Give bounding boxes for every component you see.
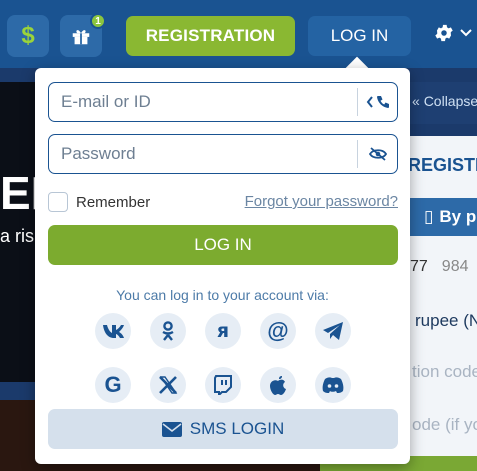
eye-slash-icon: [368, 147, 387, 161]
twitch-icon[interactable]: [205, 367, 241, 403]
top-bar: $ 1 REGISTRATION LOG IN: [0, 0, 477, 68]
apple-icon[interactable]: [260, 367, 296, 403]
social-login-heading: You can log in to your account via:: [116, 287, 329, 303]
phone-icon: [366, 96, 389, 108]
bonus-code-field[interactable]: ode (if you: [412, 415, 477, 435]
login-button-header[interactable]: LOG IN: [308, 16, 411, 56]
vk-icon[interactable]: [95, 313, 131, 349]
envelope-icon: [161, 421, 182, 437]
sms-login-button[interactable]: SMS LOGIN: [48, 409, 398, 449]
show-password-toggle[interactable]: [357, 140, 397, 168]
registration-button[interactable]: REGISTRATION: [126, 16, 295, 56]
promo-code-field[interactable]: tion code: [412, 362, 477, 382]
yandex-icon[interactable]: я: [205, 313, 241, 349]
dollar-icon: $: [21, 22, 35, 49]
currency-select[interactable]: rupee (N: [415, 311, 477, 331]
login-popup: Remember Forgot your password? LOG IN Yo…: [35, 68, 410, 464]
registration-panel-title: REGISTR: [408, 155, 477, 175]
collapse-link[interactable]: « Collapse b: [412, 93, 477, 109]
gift-icon: [72, 30, 90, 45]
password-field-wrapper: [48, 134, 398, 174]
email-field-wrapper: [48, 82, 398, 122]
mailru-icon[interactable]: @: [260, 313, 296, 349]
settings-menu[interactable]: [433, 22, 473, 44]
sms-login-label: SMS LOGIN: [189, 419, 285, 438]
login-submit-button[interactable]: LOG IN: [48, 225, 398, 265]
email-input[interactable]: [49, 83, 357, 121]
x-icon[interactable]: [150, 367, 186, 403]
bonuses-button[interactable]: 1: [60, 13, 106, 57]
phone-login-toggle[interactable]: [357, 88, 397, 116]
registration-panel: [405, 136, 477, 456]
discord-icon[interactable]: [315, 367, 351, 403]
gift-count-badge: 1: [90, 13, 106, 29]
remember-label: Remember: [76, 193, 151, 211]
forgot-password-link[interactable]: Forgot your password?: [245, 193, 398, 210]
google-icon[interactable]: G: [95, 367, 131, 403]
deposit-button[interactable]: $: [7, 15, 49, 57]
odnoklassniki-icon[interactable]: [150, 313, 186, 349]
password-input[interactable]: [49, 135, 357, 173]
by-phone-tab[interactable]: ▯ By p: [410, 198, 477, 236]
double-chevron-icon: «: [412, 93, 420, 109]
chevron-down-icon: [460, 29, 472, 37]
social-login-list: я @ G: [70, 313, 376, 403]
phone-icon: ▯: [424, 207, 434, 226]
remember-checkbox[interactable]: [48, 192, 68, 212]
hero-subtitle: a ris: [0, 226, 35, 246]
telegram-icon[interactable]: [315, 313, 351, 349]
phone-field[interactable]: 77 984: [410, 258, 469, 276]
gear-icon: [435, 24, 453, 42]
remember-me[interactable]: Remember: [48, 192, 150, 212]
